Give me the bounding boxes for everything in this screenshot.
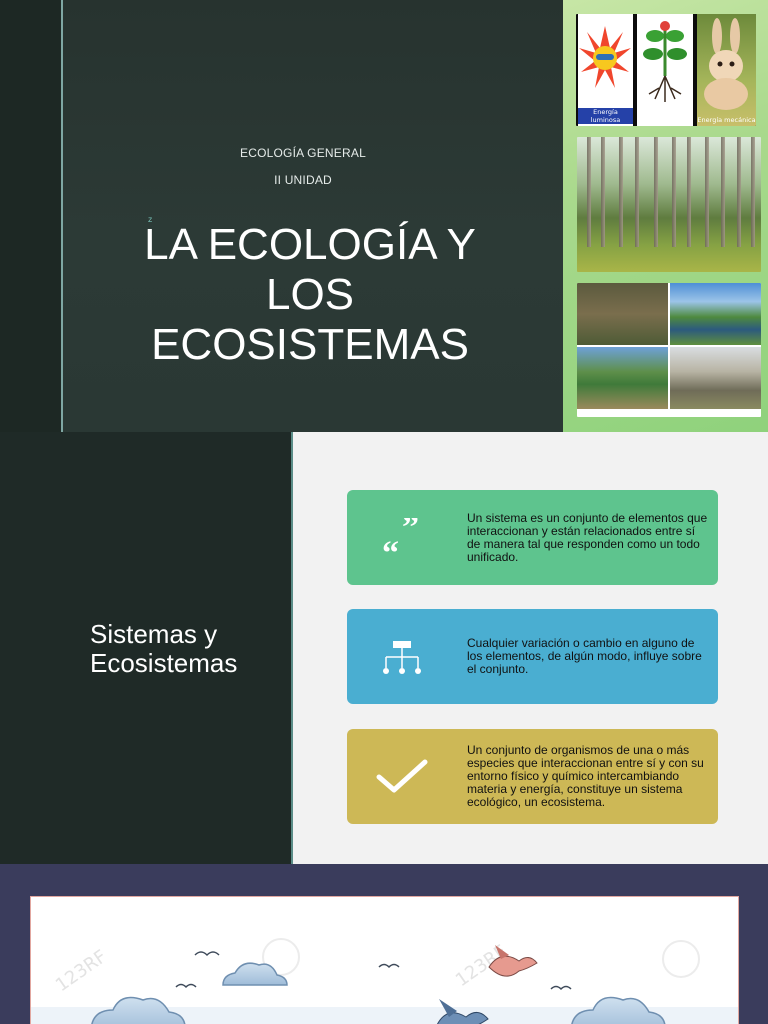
bird-silhouette-icon — [175, 983, 197, 989]
section-heading: Sistemas y Ecosistemas — [90, 620, 290, 678]
tree-trunk — [737, 137, 741, 247]
highland-photo — [670, 347, 761, 409]
tree-trunk — [751, 137, 755, 247]
rabbit-icon — [704, 18, 748, 110]
tree-trunk — [721, 137, 725, 247]
checkmark-icon — [375, 753, 429, 801]
variation-card: Cualquier variación o cambio en alguno d… — [347, 609, 718, 704]
title-line: LOS — [265, 270, 355, 319]
river-photo — [577, 347, 668, 409]
bird-silhouette-icon — [378, 963, 400, 969]
energy-mechanical-panel: Energía mecánica — [697, 14, 756, 126]
title-slide: ECOLOGÍA GENERAL II UNIDAD ᶻ LA ECOLOGÍA… — [0, 0, 768, 432]
plant-icon — [643, 21, 687, 102]
bird-silhouette-icon — [550, 985, 572, 991]
tree-trunk — [705, 137, 709, 247]
illustration-frame: 123RF 123RF — [30, 896, 739, 1024]
tree-trunk — [601, 137, 605, 247]
section-divider-line — [291, 432, 293, 864]
card-text: Cualquier variación o cambio en alguno d… — [467, 636, 702, 676]
energy-caption: Energía mecánica — [697, 116, 756, 124]
unit-label: II UNIDAD — [274, 173, 332, 187]
slide-title: LA ECOLOGÍA Y LOS ECOSISTEMAS — [100, 220, 520, 370]
tree-trunk — [654, 137, 658, 247]
illustration-slide: 123RF 123RF — [0, 864, 768, 1024]
sun-icon — [579, 26, 631, 88]
swamp-photo — [577, 283, 668, 345]
systems-slide: Sistemas y Ecosistemas ” “ Un sistema es… — [0, 432, 768, 864]
definition-card: ” “ Un sistema es un conjunto de element… — [347, 490, 718, 585]
tree-trunk — [672, 137, 676, 247]
tree-trunk — [587, 137, 591, 247]
sky-illustration: 123RF 123RF — [31, 938, 738, 1024]
ecosystem-card: Un conjunto de organismos de una o más e… — [347, 729, 718, 824]
svg-text:“: “ — [382, 535, 399, 558]
svg-text:”: ” — [402, 518, 419, 546]
ecosystems-grid-image — [577, 283, 761, 417]
energy-types-image: Energía luminosa Energía química Energía… — [576, 14, 756, 126]
hierarchy-icon — [375, 633, 429, 681]
heading-line: Ecosistemas — [90, 648, 238, 678]
energy-caption: Energía química — [638, 116, 692, 124]
quote-icon: ” “ — [375, 514, 429, 562]
forest-image — [577, 137, 761, 272]
tree-trunk — [635, 137, 639, 247]
left-margin-band — [0, 0, 62, 432]
course-name: ECOLOGÍA GENERAL — [240, 146, 366, 160]
title-line: LA ECOLOGÍA Y — [144, 220, 476, 269]
tree-trunk — [687, 137, 691, 247]
lake-photo — [670, 283, 761, 345]
energy-chemical-panel: Energía química — [637, 14, 693, 126]
svg-text:123RF: 123RF — [52, 946, 111, 996]
title-line: ECOSISTEMAS — [151, 320, 469, 369]
heading-line: Sistemas y — [90, 619, 218, 649]
energy-light-panel: Energía luminosa — [578, 14, 633, 126]
card-text: Un sistema es un conjunto de elementos q… — [467, 510, 708, 564]
energy-caption: Energía luminosa — [578, 108, 633, 124]
bird-silhouette-icon — [194, 951, 220, 957]
card-text: Un conjunto de organismos de una o más e… — [467, 743, 704, 809]
tree-trunk — [619, 137, 623, 247]
